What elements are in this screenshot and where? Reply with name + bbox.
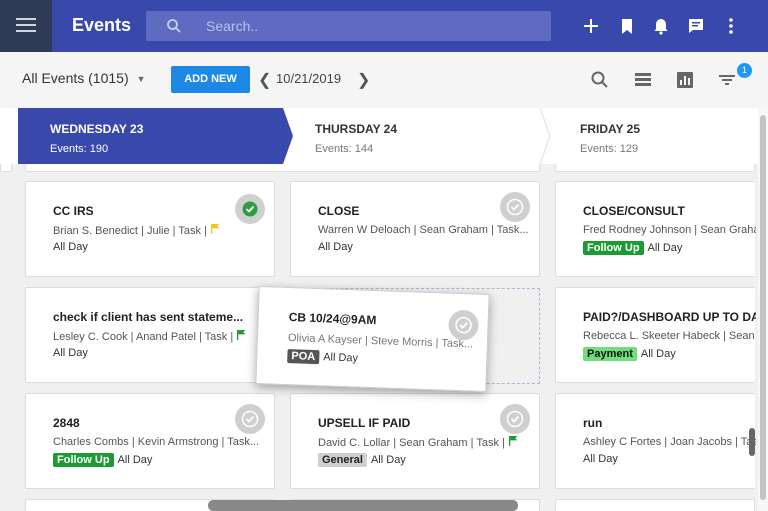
day-header-wednesday[interactable]: WEDNESDAY 23 Events: 190: [18, 108, 293, 164]
event-title: CLOSE: [318, 204, 360, 218]
poa-tag: POA: [287, 349, 320, 365]
card-edge: [555, 164, 755, 172]
event-allday: All Day: [318, 241, 353, 253]
event-meta: Brian S. Benedict | Julie | Task |: [53, 224, 220, 237]
event-card[interactable]: CC IRS Brian S. Benedict | Julie | Task …: [25, 181, 275, 277]
current-date[interactable]: 10/21/2019: [276, 71, 341, 86]
event-allday: All Day: [53, 347, 88, 359]
day-name: WEDNESDAY 23: [50, 122, 144, 136]
dragging-event-card[interactable]: CB 10/24@9AM Olivia A Kayser | Steve Mor…: [255, 285, 490, 393]
event-title: PAID?/DASHBOARD UP TO DAT...: [583, 310, 756, 324]
check-icon[interactable]: [448, 309, 480, 341]
event-card[interactable]: run Ashley C Fortes | Joan Jacobs | Task…: [555, 393, 756, 489]
day-header-thursday[interactable]: THURSDAY 24 Events: 144: [283, 108, 553, 164]
payment-tag: Payment: [583, 347, 637, 361]
flag-icon: [210, 224, 220, 237]
card-edge: [25, 164, 540, 172]
events-filter-select[interactable]: All Events (1015) ▼: [22, 70, 146, 86]
plus-icon[interactable]: [581, 16, 601, 36]
search-placeholder: Search..: [206, 18, 259, 34]
filter-icon[interactable]: [717, 70, 737, 90]
event-card[interactable]: CLOSE/CONSULT Fred Rodney Johnson | Sean…: [555, 181, 756, 277]
event-meta: Ashley C Fortes | Joan Jacobs | Task: [583, 436, 756, 448]
add-new-button[interactable]: ADD NEW: [171, 66, 250, 93]
chat-icon[interactable]: [686, 16, 706, 36]
caret-down-icon: ▼: [136, 74, 146, 85]
day-name: FRIDAY 25: [580, 122, 641, 136]
search-input[interactable]: Search..: [146, 11, 551, 41]
search-icon[interactable]: [590, 70, 610, 90]
event-meta: Rebecca L. Skeeter Habeck | Sean Gra: [583, 330, 756, 342]
event-allday: All Day: [583, 453, 618, 465]
event-card[interactable]: PAID?/DASHBOARD UP TO DAT... Rebecca L. …: [555, 287, 756, 383]
event-meta: Charles Combs | Kevin Armstrong | Task..…: [53, 436, 260, 448]
day-event-count: Events: 190: [50, 143, 109, 155]
bookmark-icon[interactable]: [617, 16, 637, 36]
event-card[interactable]: CLOSE Warren W Deloach | Sean Graham | T…: [290, 181, 540, 277]
event-allday: All Day: [53, 241, 88, 253]
follow-up-tag: Follow Up: [583, 241, 644, 255]
more-vert-icon[interactable]: [721, 16, 741, 36]
check-icon[interactable]: [500, 192, 530, 222]
event-card[interactable]: 2848 Charles Combs | Kevin Armstrong | T…: [25, 393, 275, 489]
day-event-count: Events: 129: [580, 143, 639, 155]
menu-button[interactable]: [0, 0, 52, 52]
chart-icon[interactable]: [675, 70, 695, 90]
list-icon[interactable]: [633, 70, 653, 90]
day-event-count: Events: 144: [315, 143, 374, 155]
event-meta: Lesley C. Cook | Anand Patel | Task |: [53, 330, 246, 343]
check-icon[interactable]: [235, 404, 265, 434]
chevron-left-icon[interactable]: ❮: [258, 70, 271, 90]
event-tags: POA All Day: [287, 349, 358, 365]
events-filter-label: All Events (1015): [22, 70, 129, 86]
flag-icon: [237, 330, 246, 343]
day-separator: [539, 108, 551, 164]
event-title: CB 10/24@9AM: [288, 310, 377, 328]
event-card[interactable]: check if client has sent stateme... Lesl…: [25, 287, 275, 383]
day-header-friday[interactable]: FRIDAY 25 Events: 129: [548, 108, 768, 164]
event-meta: Fred Rodney Johnson | Sean Graham: [583, 224, 756, 236]
event-tags: Follow Up All Day: [583, 241, 682, 255]
flag-icon: [508, 436, 518, 449]
follow-up-tag: Follow Up: [53, 453, 114, 467]
event-meta: David C. Lollar | Sean Graham | Task |: [318, 436, 518, 449]
event-title: run: [583, 416, 603, 430]
check-icon[interactable]: [500, 404, 530, 434]
event-card[interactable]: UPSELL IF PAID David C. Lollar | Sean Gr…: [290, 393, 540, 489]
event-meta: Warren W Deloach | Sean Graham | Task...: [318, 224, 529, 236]
filter-count-badge: 1: [737, 63, 752, 78]
event-title: UPSELL IF PAID: [318, 416, 411, 430]
general-tag: General: [318, 453, 367, 467]
toolbar: All Events (1015) ▼ ADD NEW ❮ 10/21/2019 …: [0, 52, 768, 108]
card-edge: [555, 499, 755, 511]
top-bar: Events Search..: [0, 0, 768, 52]
event-title: 2848: [53, 416, 80, 430]
bell-icon[interactable]: [651, 16, 671, 36]
vertical-scroll-thumb[interactable]: [760, 115, 766, 500]
column-scroll-thumb[interactable]: [749, 428, 755, 456]
day-name: THURSDAY 24: [315, 122, 398, 136]
app-title: Events: [72, 15, 132, 35]
search-icon: [166, 18, 182, 39]
event-tags: Follow Up All Day: [53, 453, 152, 467]
event-title: CLOSE/CONSULT: [583, 204, 685, 218]
event-meta: Olivia A Kayser | Steve Morris | Task...: [287, 332, 474, 351]
day-headers: WEDNESDAY 23 Events: 190 THURSDAY 24 Eve…: [0, 108, 768, 164]
event-tags: Payment All Day: [583, 347, 676, 361]
event-title: CC IRS: [53, 204, 94, 218]
check-icon[interactable]: [235, 194, 265, 224]
event-title: check if client has sent stateme...: [53, 310, 244, 324]
chevron-right-icon[interactable]: ❯: [357, 70, 370, 90]
horizontal-scroll-thumb[interactable]: [208, 500, 518, 511]
card-edge: [0, 164, 12, 172]
event-tags: General All Day: [318, 453, 406, 467]
